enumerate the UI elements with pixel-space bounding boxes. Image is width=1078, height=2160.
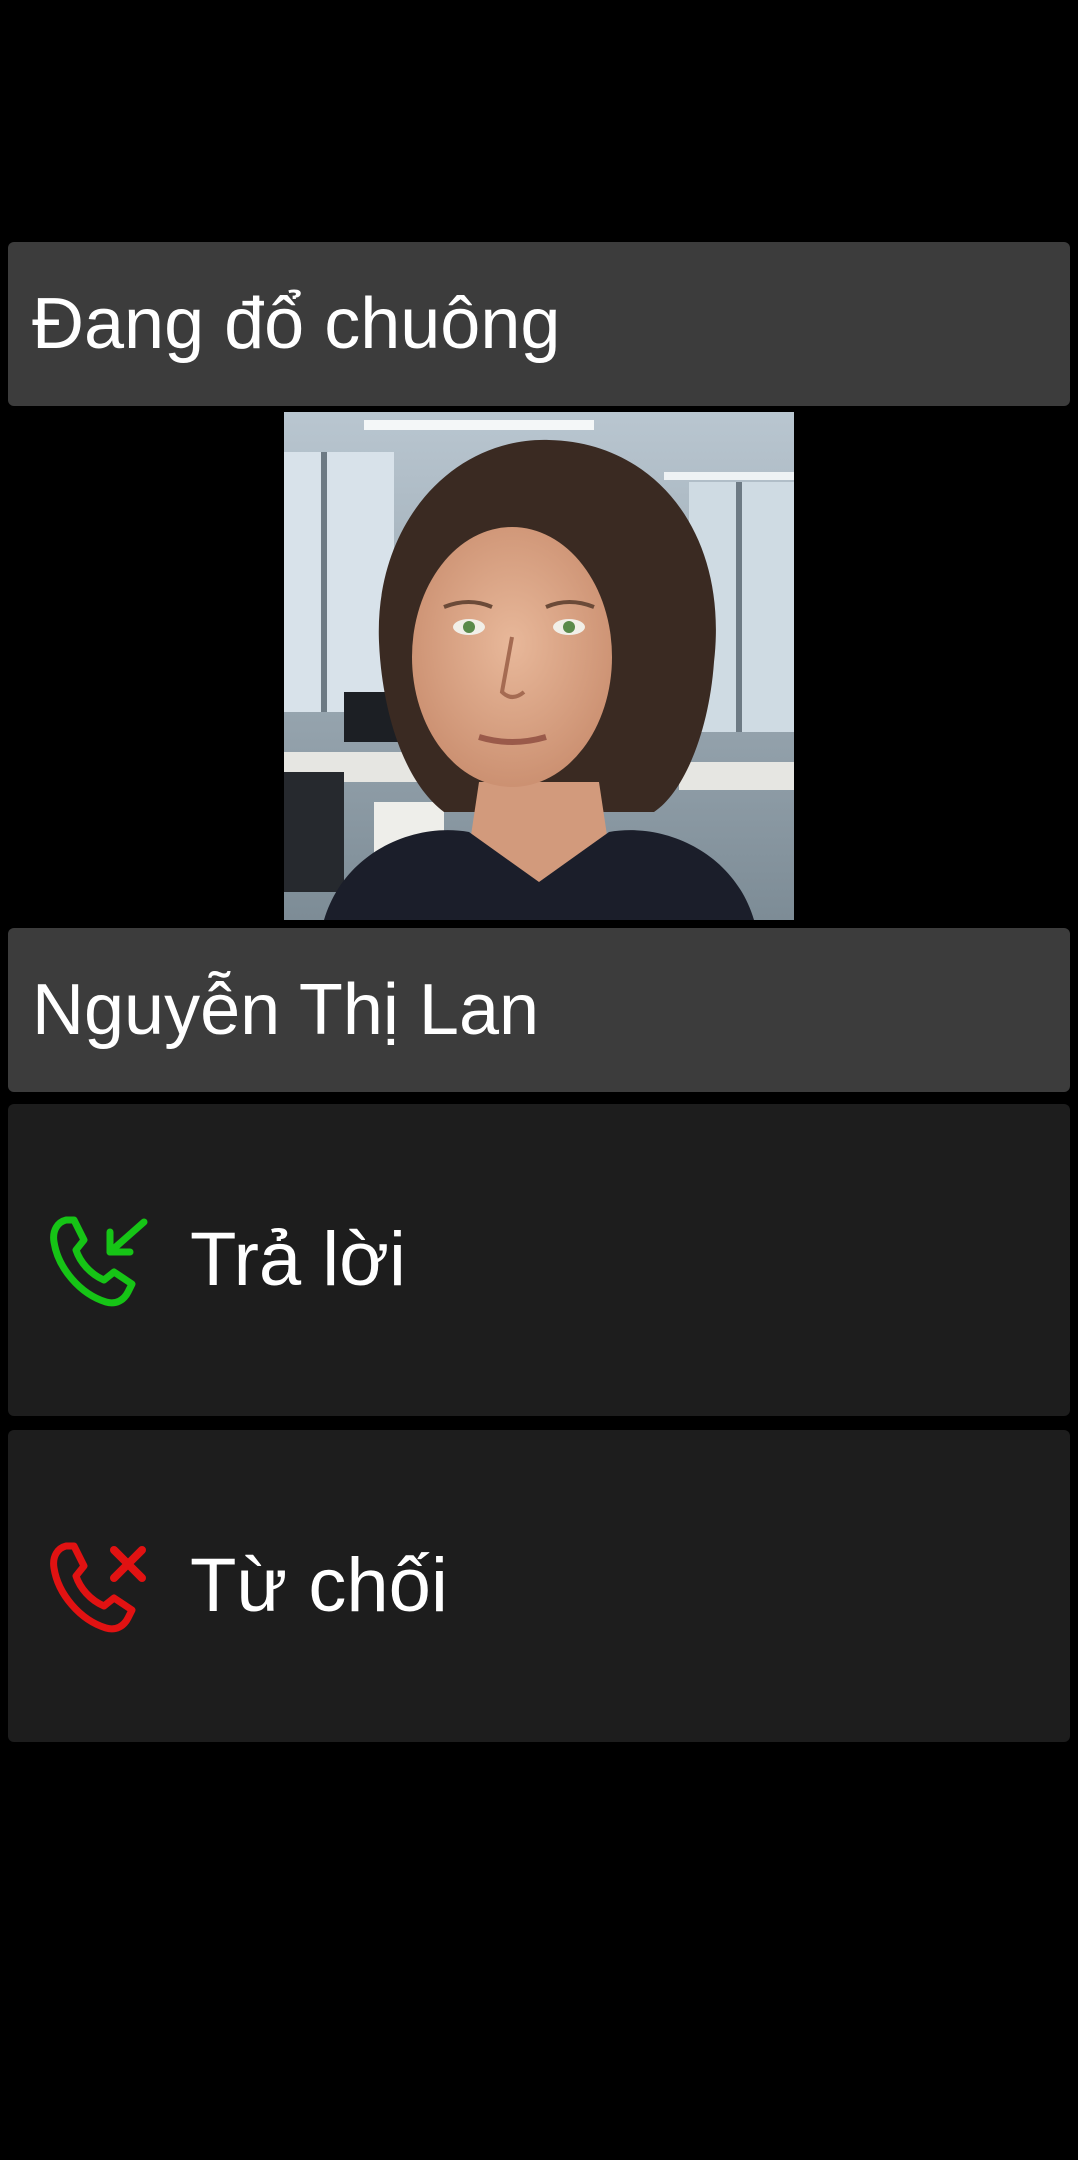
- caller-name: Nguyễn Thị Lan: [32, 970, 540, 1050]
- call-status-bar: Đang đổ chuông: [8, 242, 1070, 406]
- caller-photo: [284, 412, 794, 920]
- decline-call-icon: [44, 1532, 152, 1640]
- caller-name-bar: Nguyễn Thị Lan: [8, 928, 1070, 1092]
- answer-call-button[interactable]: Trả lời: [8, 1104, 1070, 1416]
- decline-call-button[interactable]: Từ chối: [8, 1430, 1070, 1742]
- caller-photo-image: [284, 412, 794, 920]
- incoming-call-icon: [44, 1206, 152, 1314]
- decline-call-label: Từ chối: [190, 1543, 448, 1628]
- call-status-text: Đang đổ chuông: [32, 284, 561, 364]
- incoming-call-screen: Đang đổ chuông Nguyễn Thị Lan Trả lời Từ…: [0, 0, 1078, 2160]
- answer-call-label: Trả lời: [190, 1217, 406, 1302]
